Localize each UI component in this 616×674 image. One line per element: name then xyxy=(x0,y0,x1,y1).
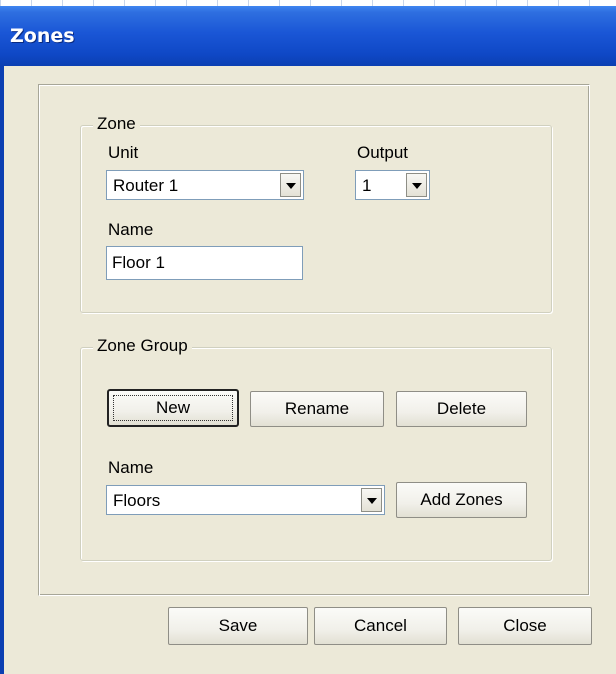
rename-button-label: Rename xyxy=(284,399,350,418)
cancel-button[interactable]: Cancel xyxy=(314,607,447,645)
zone-name-input[interactable] xyxy=(112,253,292,273)
output-value: 1 xyxy=(362,176,372,195)
close-button-label: Close xyxy=(503,616,547,635)
output-label: Output xyxy=(357,143,409,162)
new-button[interactable]: New xyxy=(107,389,239,427)
zone-groupbox: Zone xyxy=(80,114,552,313)
chevron-down-icon[interactable] xyxy=(406,173,427,197)
delete-button-label: Delete xyxy=(436,399,487,418)
unit-value: Router 1 xyxy=(113,176,179,195)
chevron-down-icon[interactable] xyxy=(361,488,382,512)
save-button-label: Save xyxy=(218,616,258,635)
group-name-label: Name xyxy=(108,458,154,477)
zone-name-field[interactable] xyxy=(106,246,303,280)
zones-dialog: Zones Zone Unit Router 1 Output 1 Name Z… xyxy=(0,6,616,674)
add-zones-button[interactable]: Add Zones xyxy=(396,482,527,518)
save-button[interactable]: Save xyxy=(168,607,308,645)
cancel-button-label: Cancel xyxy=(354,616,407,635)
output-dropdown[interactable]: 1 xyxy=(355,170,430,200)
window-border xyxy=(0,66,4,674)
unit-dropdown[interactable]: Router 1 xyxy=(106,170,304,200)
new-button-label: New xyxy=(155,398,190,417)
close-button[interactable]: Close xyxy=(458,607,592,645)
group-name-value: Floors xyxy=(113,491,161,510)
title-bar[interactable]: Zones xyxy=(0,6,616,66)
unit-label: Unit xyxy=(108,143,139,162)
window-title: Zones xyxy=(10,25,75,47)
zone-name-label: Name xyxy=(108,220,154,239)
rename-button[interactable]: Rename xyxy=(250,391,384,427)
add-zones-button-label: Add Zones xyxy=(420,490,503,509)
zone-group-legend: Zone Group xyxy=(93,336,192,356)
group-name-dropdown[interactable]: Floors xyxy=(106,485,385,515)
zone-group-groupbox: Zone Group xyxy=(80,336,552,561)
zone-legend: Zone xyxy=(93,114,140,134)
delete-button[interactable]: Delete xyxy=(396,391,527,427)
chevron-down-icon[interactable] xyxy=(280,173,301,197)
